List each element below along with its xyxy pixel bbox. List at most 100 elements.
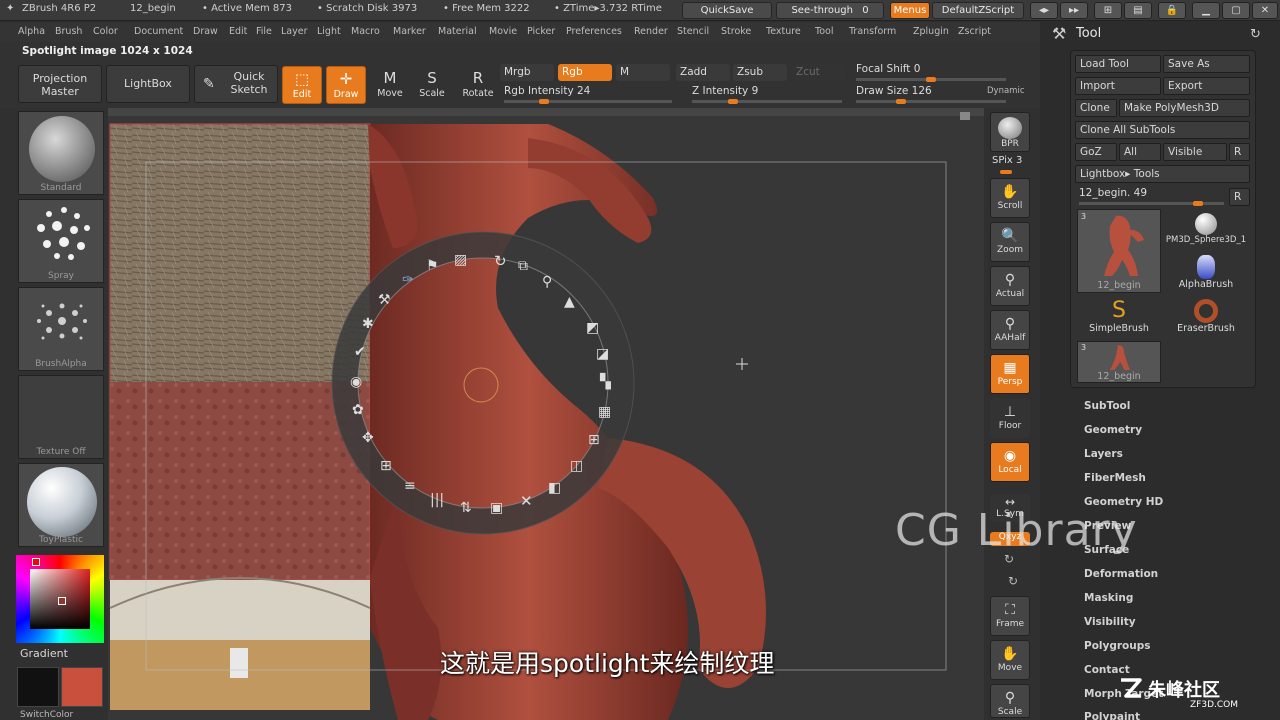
spotlight-back-icon[interactable]: ⇅ [460, 500, 472, 516]
scroll-right-icon[interactable]: ▸▸ [1060, 2, 1088, 19]
menu-brush[interactable]: Brush [55, 26, 82, 37]
spotlight-smudge-icon[interactable]: ✔ [354, 344, 366, 360]
draw-size-knob[interactable] [896, 99, 906, 104]
rgb-button[interactable]: Rgb [558, 64, 612, 81]
palette-icon[interactable]: ▤ [1124, 2, 1152, 19]
menu-layer[interactable]: Layer [281, 26, 308, 37]
focal-shift-knob[interactable] [926, 77, 936, 82]
palette-refresh-icon[interactable]: ↻ [1250, 27, 1261, 42]
move-view-button[interactable]: ✋ Move [990, 640, 1030, 680]
polygroups-menu[interactable]: Polygroups [1084, 640, 1151, 652]
spotlight-lines-icon[interactable]: ||| [430, 492, 444, 508]
draw-size-slider[interactable] [856, 100, 1006, 103]
z-intensity-knob[interactable] [727, 99, 738, 104]
menu-texture[interactable]: Texture [766, 26, 801, 37]
zcut-button[interactable]: Zcut [792, 64, 846, 81]
contact-menu[interactable]: Contact [1084, 664, 1130, 676]
tool-thumb-alphabrush[interactable]: AlphaBrush [1164, 253, 1248, 295]
goz-all-button[interactable]: All [1119, 143, 1161, 161]
geometry-menu[interactable]: Geometry [1084, 424, 1142, 436]
zoom-button[interactable]: 🔍 Zoom [990, 222, 1030, 262]
menu-light[interactable]: Light [317, 26, 341, 37]
tool-thumb-eraserbrush[interactable]: EraserBrush [1164, 297, 1248, 339]
alpha-selector[interactable]: BrushAlpha [18, 287, 104, 371]
scale-view-button[interactable]: ⚲ Scale [990, 684, 1030, 718]
move-button[interactable]: M Move [370, 66, 410, 104]
visibility-menu[interactable]: Visibility [1084, 616, 1136, 628]
spotlight-contrast-icon[interactable]: ◫ [570, 458, 583, 474]
texture-selector[interactable]: Texture Off [18, 375, 104, 459]
primary-color-swatch[interactable] [17, 667, 59, 707]
scale-button[interactable]: S Scale [412, 66, 452, 104]
menu-preferences[interactable]: Preferences [566, 26, 622, 37]
secondary-color-swatch[interactable] [61, 667, 103, 707]
quick-sketch-button[interactable]: ✎ Quick Sketch [194, 65, 278, 103]
masking-menu[interactable]: Masking [1084, 592, 1133, 604]
menu-stencil[interactable]: Stencil [677, 26, 709, 37]
layers-menu[interactable]: Layers [1084, 448, 1123, 460]
clone-button[interactable]: Clone [1075, 99, 1117, 117]
spotlight-front-icon[interactable]: ▣ [490, 500, 503, 516]
stroke-selector[interactable]: Spray [18, 199, 104, 283]
spotlight-list-icon[interactable]: ≡ [404, 478, 416, 494]
menu-material[interactable]: Material [438, 26, 477, 37]
spotlight-restore-icon[interactable]: ↻ [494, 252, 507, 270]
spotlight-scale-icon[interactable]: ◪ [596, 346, 609, 362]
spotlight-image-icon[interactable]: ▨ [454, 252, 467, 268]
spotlight-delete-icon[interactable]: ✕ [520, 492, 533, 510]
spotlight-tool-icon[interactable]: ⚑ [426, 258, 439, 274]
spotlight-select-icon[interactable]: ⊞ [380, 458, 392, 474]
mrgb-button[interactable]: Mrgb [500, 64, 554, 81]
material-selector[interactable]: ToyPlastic [18, 463, 104, 547]
minimize-icon[interactable]: ▁ [1192, 2, 1220, 19]
spotlight-hue-icon[interactable]: ◧ [548, 480, 561, 496]
tool-slider-knob[interactable] [1192, 201, 1203, 206]
menu-zplugin[interactable]: Zplugin [913, 26, 949, 37]
spotlight-pin-icon[interactable]: ⚒ [378, 292, 391, 308]
tool-thumb-sphere[interactable]: PM3D_Sphere3D_1 [1164, 209, 1248, 251]
spotlight-pattern-icon[interactable]: ✿ [352, 402, 364, 418]
tool-thumb-12-begin-small[interactable]: 3 12_begin [1077, 341, 1161, 383]
menu-picker[interactable]: Picker [527, 26, 555, 37]
spotlight-nudge-icon[interactable]: ⚲ [542, 274, 552, 290]
clone-all-subtools-button[interactable]: Clone All SubTools [1075, 121, 1250, 139]
spotlight-fill-icon[interactable]: ▲ [564, 294, 575, 310]
make-polymesh-button[interactable]: Make PolyMesh3D [1119, 99, 1250, 117]
fibermesh-menu[interactable]: FiberMesh [1084, 472, 1146, 484]
persp-button[interactable]: ▦ Persp [990, 354, 1030, 394]
see-through-slider[interactable]: See-through 0 [776, 2, 884, 19]
polypaint-menu[interactable]: Polypaint [1084, 711, 1140, 720]
maximize-icon[interactable]: ▢ [1222, 2, 1250, 19]
aahalf-button[interactable]: ⚲ AAHalf [990, 310, 1030, 350]
projection-master-button[interactable]: Projection Master [18, 65, 102, 103]
zadd-button[interactable]: Zadd [676, 64, 730, 81]
menu-macro[interactable]: Macro [351, 26, 380, 37]
load-tool-button[interactable]: Load Tool [1075, 55, 1161, 73]
spotlight-color-icon[interactable]: ✑ [402, 272, 414, 288]
import-button[interactable]: Import [1075, 77, 1161, 95]
menu-document[interactable]: Document [134, 26, 183, 37]
close-icon[interactable]: ✕ [1252, 2, 1278, 19]
menu-edit[interactable]: Edit [229, 26, 247, 37]
tool-r-button[interactable]: R [1229, 188, 1250, 206]
spotlight-flip-icon[interactable]: ▦ [598, 404, 611, 420]
menu-tool[interactable]: Tool [815, 26, 833, 37]
color-picker[interactable] [16, 555, 104, 643]
deformation-menu[interactable]: Deformation [1084, 568, 1158, 580]
m-button[interactable]: M [616, 64, 670, 81]
lock-icon[interactable]: 🔒 [1158, 2, 1186, 19]
menu-stroke[interactable]: Stroke [721, 26, 751, 37]
bpr-button[interactable]: BPR [990, 112, 1030, 152]
spotlight-paint-icon[interactable]: ✥ [362, 430, 374, 446]
menu-alpha[interactable]: Alpha [18, 26, 45, 37]
local-button[interactable]: ◉ Local [990, 442, 1030, 482]
floor-button[interactable]: ⊥ Floor [990, 398, 1030, 438]
actual-button[interactable]: ⚲ Actual [990, 266, 1030, 306]
goz-button[interactable]: GoZ [1075, 143, 1117, 161]
quicksave-button[interactable]: QuickSave [682, 2, 772, 19]
spix-slider[interactable] [1000, 170, 1012, 174]
scroll-left-icon[interactable]: ◂▸ [1030, 2, 1058, 19]
tool-thumb-simplebrush[interactable]: S SimpleBrush [1077, 297, 1161, 339]
spotlight-tile-icon[interactable]: ⧉ [518, 258, 528, 274]
spotlight-shape-icon[interactable]: ◉ [350, 374, 362, 390]
